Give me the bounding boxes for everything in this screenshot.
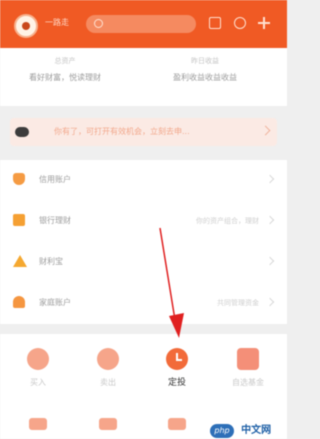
- daily-earnings-label: 昨日收益: [191, 57, 219, 65]
- search-bar[interactable]: [86, 15, 196, 33]
- daily-earnings-value: 盈利收益收益收益: [173, 73, 237, 82]
- grid-item-buy[interactable]: 买入: [8, 348, 68, 388]
- triangle-icon: [13, 255, 27, 267]
- grid-item-watchlist[interactable]: 自选基金: [218, 348, 278, 388]
- username-label[interactable]: 一路走: [45, 18, 75, 28]
- site-watermark: php 中文网: [210, 420, 272, 438]
- message-icon[interactable]: [234, 17, 246, 29]
- grid-item-label: 定投: [167, 378, 186, 388]
- clock-icon: [166, 348, 188, 370]
- list-item-credit-account[interactable]: 信用账户: [0, 160, 287, 201]
- list-item-label: 财利宝: [39, 257, 63, 266]
- list-item-value: 共同管理资金: [217, 299, 259, 307]
- mail-icon[interactable]: [209, 17, 221, 29]
- grid-item-label: 自选基金: [232, 378, 264, 387]
- circle-icon: [27, 348, 49, 370]
- chevron-right-icon: [260, 125, 271, 136]
- list-item-family-account[interactable]: 家庭账户 共同管理资金: [0, 283, 287, 324]
- total-assets-value: 看好财富，悦读理财: [29, 73, 101, 82]
- notice-text: 你有了，可打开有效机会，立刻去申...: [54, 127, 190, 136]
- grid-item-sell[interactable]: 卖出: [78, 348, 138, 388]
- daily-earnings-column[interactable]: 昨日收益 盈利收益收益收益: [150, 56, 260, 84]
- chevron-right-icon: [265, 256, 275, 266]
- account-list: 信用账户 银行理财 你的资产组合，理财 财利宝 家庭账户 共同管理资金: [0, 160, 287, 324]
- house-icon: [13, 296, 25, 308]
- list-item-label: 信用账户: [39, 175, 71, 184]
- shield-icon: [13, 173, 25, 185]
- avatar[interactable]: [14, 14, 38, 38]
- search-icon: [94, 19, 103, 28]
- top-header-bar: 一路走: [0, 0, 287, 48]
- plus-icon[interactable]: [258, 17, 270, 29]
- chevron-right-icon: [265, 174, 275, 184]
- grid-item-label: 卖出: [100, 378, 116, 387]
- grid-item-row2-3[interactable]: [147, 418, 207, 430]
- speaker-icon: [15, 127, 29, 137]
- notice-banner[interactable]: 你有了，可打开有效机会，立刻去申...: [10, 118, 277, 146]
- grid-item-row2-1[interactable]: [8, 418, 68, 430]
- chevron-right-icon: [265, 297, 275, 307]
- square-icon: [29, 418, 47, 430]
- list-item-value: 你的资产组合，理财: [196, 217, 259, 225]
- list-item-bank-finance[interactable]: 银行理财 你的资产组合，理财: [0, 201, 287, 242]
- square-icon: [99, 418, 117, 430]
- total-assets-column[interactable]: 总资产 看好财富，悦读理财: [10, 56, 120, 84]
- chevron-right-icon: [265, 215, 275, 225]
- list-item-label: 银行理财: [39, 216, 71, 225]
- watermark-text: 中文网: [241, 424, 272, 436]
- grid-item-fixed-investment[interactable]: 定投: [147, 348, 207, 388]
- list-item-profit-treasure[interactable]: 财利宝: [0, 242, 287, 283]
- grid-square-icon: [237, 348, 259, 370]
- grid-item-label: 买入: [30, 378, 46, 387]
- list-item-label: 家庭账户: [39, 298, 71, 307]
- circle-icon: [97, 348, 119, 370]
- square-icon: [168, 418, 186, 430]
- asset-summary-panel: 总资产 看好财富，悦读理财 昨日收益 盈利收益收益收益: [0, 48, 287, 106]
- grid-item-row2-2[interactable]: [78, 418, 138, 430]
- bag-icon: [13, 214, 25, 226]
- watermark-php-logo: php: [210, 423, 234, 438]
- total-assets-label: 总资产: [54, 57, 76, 65]
